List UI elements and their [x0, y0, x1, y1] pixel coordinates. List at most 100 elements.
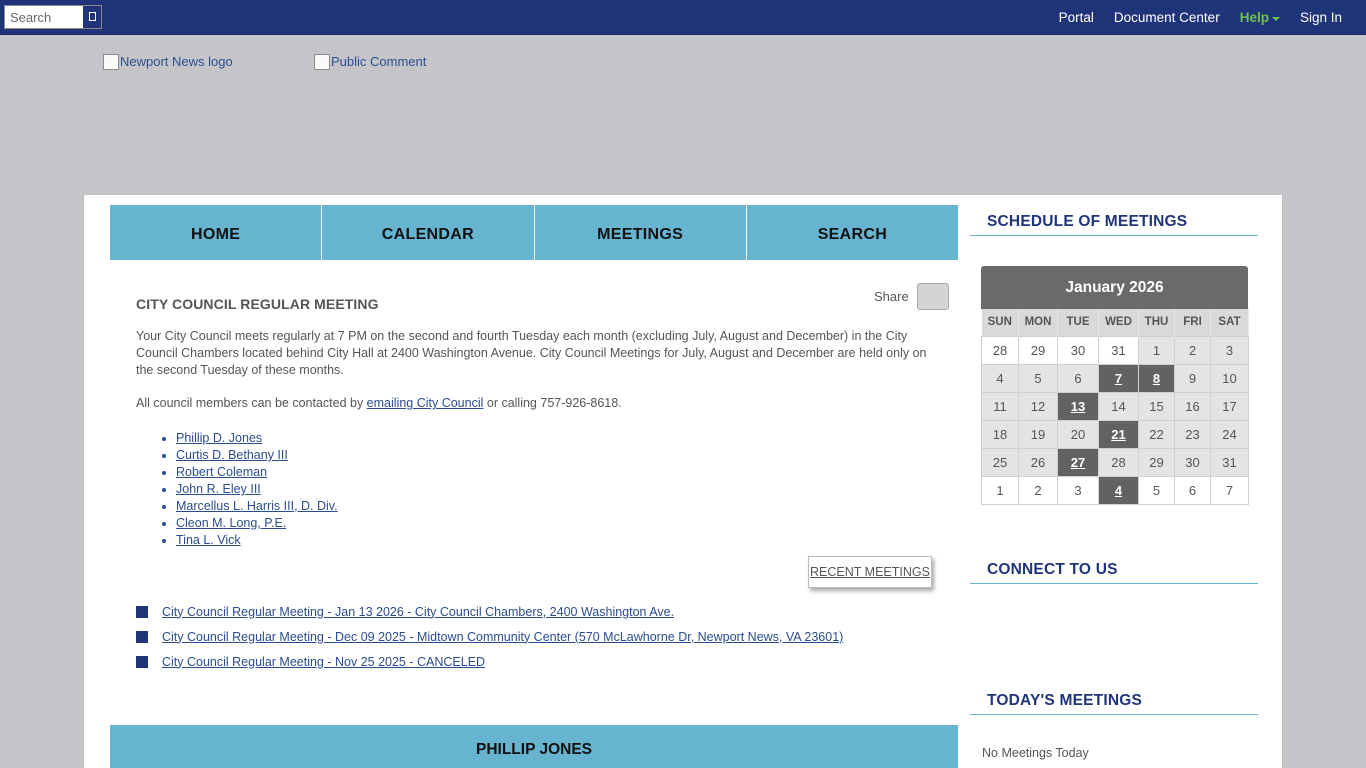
calendar-meeting-day[interactable]: 7 — [1098, 363, 1139, 393]
help-menu[interactable]: Help — [1240, 10, 1280, 25]
list-item: City Council Regular Meeting - Jan 13 20… — [136, 599, 843, 624]
portal-link[interactable]: Portal — [1059, 10, 1094, 25]
calendar-meeting-day[interactable]: 8 — [1138, 363, 1175, 393]
calendar-day: 9 — [1174, 363, 1211, 393]
top-nav: Portal Document Center Help Sign In — [1059, 0, 1342, 35]
search-icon — [89, 12, 96, 21]
calendar-grid: SUN MON TUE WED THU FRI SAT 28 29 30 31 … — [981, 309, 1249, 505]
calendar-day: 28 — [1098, 447, 1139, 477]
calendar-day: 2 — [1174, 335, 1211, 365]
weekday-header: SUN — [981, 309, 1019, 336]
intro-paragraph: Your City Council meets regularly at 7 P… — [136, 329, 927, 377]
search-input[interactable] — [5, 6, 83, 28]
calendar-day: 16 — [1174, 391, 1211, 421]
calendar-meeting-day[interactable]: 13 — [1057, 391, 1099, 421]
calendar-day: 2 — [1018, 475, 1058, 505]
calendar-day: 6 — [1174, 475, 1211, 505]
member-link[interactable]: Tina L. Vick — [176, 532, 338, 549]
calendar-day: 5 — [1018, 363, 1058, 393]
calendar-day: 19 — [1018, 419, 1058, 449]
calendar-meeting-day[interactable]: 4 — [1098, 475, 1139, 505]
share-control: Share — [874, 283, 949, 310]
calendar-day: 11 — [981, 391, 1019, 421]
sign-in-link[interactable]: Sign In — [1300, 10, 1342, 25]
calendar-day: 4 — [981, 363, 1019, 393]
square-bullet-icon — [136, 605, 148, 618]
nav-search[interactable]: SEARCH — [746, 205, 958, 260]
contact-text-before: All council members can be contacted by — [136, 396, 367, 410]
calendar-day: 28 — [981, 335, 1019, 365]
weekday-header: WED — [1098, 309, 1139, 336]
calendar-day: 29 — [1138, 447, 1175, 477]
calendar-month: January 2026 — [981, 266, 1248, 309]
calendar-day: 14 — [1098, 391, 1139, 421]
connect-heading: CONNECT TO US — [970, 561, 1258, 584]
member-link[interactable]: Marcellus L. Harris III, D. Div. — [176, 498, 338, 515]
council-members-list: Phillip D. Jones Curtis D. Bethany III R… — [176, 430, 338, 549]
weekday-header: MON — [1018, 309, 1058, 336]
square-bullet-icon — [136, 655, 148, 668]
calendar-day: 3 — [1210, 335, 1249, 365]
calendar-day: 30 — [1174, 447, 1211, 477]
calendar-day: 6 — [1057, 363, 1099, 393]
calendar-day: 18 — [981, 419, 1019, 449]
weekday-header: THU — [1138, 309, 1175, 336]
nav-home[interactable]: HOME — [110, 205, 323, 260]
meeting-link[interactable]: City Council Regular Meeting - Jan 13 20… — [162, 605, 674, 619]
public-comment-alt-text: Public Comment — [331, 53, 427, 69]
member-link[interactable]: Curtis D. Bethany III — [176, 447, 338, 464]
nav-calendar[interactable]: CALENDAR — [322, 205, 535, 260]
calendar-day: 31 — [1098, 335, 1139, 365]
calendar-day: 10 — [1210, 363, 1249, 393]
member-section-banner: PHILLIP JONES — [110, 725, 958, 768]
top-bar: Portal Document Center Help Sign In — [0, 0, 1366, 35]
search-button[interactable] — [82, 6, 101, 28]
meeting-link[interactable]: City Council Regular Meeting - Nov 25 20… — [162, 655, 485, 669]
meetings-list: City Council Regular Meeting - Jan 13 20… — [136, 599, 843, 674]
calendar-day: 7 — [1210, 475, 1249, 505]
member-link[interactable]: Cleon M. Long, P.E. — [176, 515, 338, 532]
email-council-link[interactable]: emailing City Council — [367, 396, 484, 410]
todays-meetings-heading: TODAY'S MEETINGS — [970, 692, 1258, 715]
weekday-header: FRI — [1174, 309, 1211, 336]
calendar-day: 22 — [1138, 419, 1175, 449]
calendar-day: 26 — [1018, 447, 1058, 477]
calendar-day: 29 — [1018, 335, 1058, 365]
meetings-calendar: January 2026 SUN MON TUE WED THU FRI SAT… — [981, 266, 1249, 505]
document-center-link[interactable]: Document Center — [1114, 10, 1220, 25]
calendar-day: 25 — [981, 447, 1019, 477]
recent-meetings-button[interactable]: RECENT MEETINGS — [808, 556, 932, 588]
share-button[interactable] — [916, 283, 949, 310]
calendar-day: 1 — [981, 475, 1019, 505]
calendar-day: 3 — [1057, 475, 1099, 505]
member-link[interactable]: Robert Coleman — [176, 464, 338, 481]
calendar-meeting-day[interactable]: 27 — [1057, 447, 1099, 477]
square-bullet-icon — [136, 630, 148, 643]
broken-image-icon — [103, 54, 119, 70]
calendar-meeting-day[interactable]: 21 — [1098, 419, 1139, 449]
member-link[interactable]: Phillip D. Jones — [176, 430, 338, 447]
calendar-day: 24 — [1210, 419, 1249, 449]
weekday-header: SAT — [1210, 309, 1249, 336]
calendar-day: 15 — [1138, 391, 1175, 421]
main-nav: HOME CALENDAR MEETINGS SEARCH — [110, 205, 958, 260]
calendar-day: 12 — [1018, 391, 1058, 421]
public-comment-image[interactable]: Public Comment — [314, 53, 427, 70]
broken-image-icon — [314, 54, 330, 70]
contact-paragraph: All council members can be contacted by … — [136, 396, 622, 410]
weekday-header: TUE — [1057, 309, 1099, 336]
calendar-day: 5 — [1138, 475, 1175, 505]
schedule-heading: SCHEDULE OF MEETINGS — [970, 213, 1258, 236]
content-panel: HOME CALENDAR MEETINGS SEARCH CITY COUNC… — [83, 195, 1283, 768]
site-logo[interactable]: Newport News logo — [103, 53, 233, 70]
calendar-day: 17 — [1210, 391, 1249, 421]
member-link[interactable]: John R. Eley III — [176, 481, 338, 498]
page-title: CITY COUNCIL REGULAR MEETING — [136, 296, 379, 312]
search-box — [4, 5, 102, 29]
meeting-link[interactable]: City Council Regular Meeting - Dec 09 20… — [162, 630, 843, 644]
calendar-day: 1 — [1138, 335, 1175, 365]
share-label: Share — [874, 289, 909, 304]
calendar-day: 20 — [1057, 419, 1099, 449]
no-meetings-text: No Meetings Today — [982, 746, 1089, 760]
nav-meetings[interactable]: MEETINGS — [534, 205, 747, 260]
